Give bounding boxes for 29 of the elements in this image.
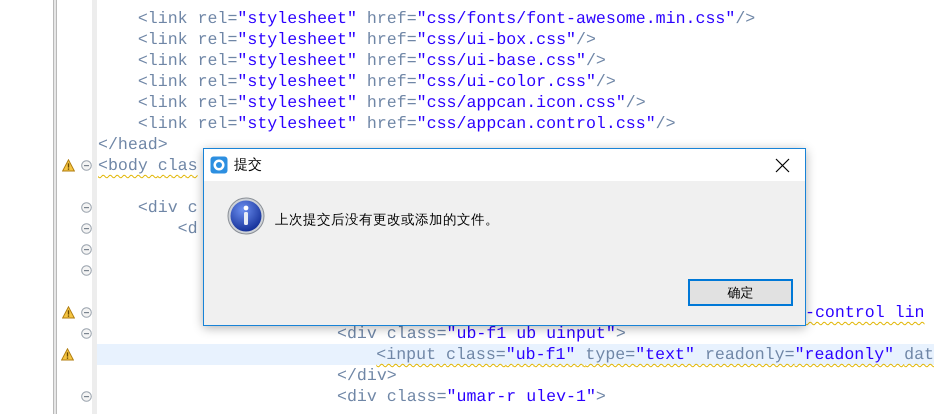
collapse-icon[interactable] bbox=[80, 307, 92, 318]
collapse-icon[interactable] bbox=[80, 328, 92, 339]
code-line: <div class="umar-r ulev-1"> bbox=[336, 386, 606, 407]
code-line: <div c bbox=[138, 197, 198, 218]
collapse-icon[interactable] bbox=[80, 202, 92, 213]
code-line: <div class="ub-f1 ub uinput"> bbox=[336, 323, 626, 344]
code-line: <d bbox=[178, 218, 198, 239]
info-icon bbox=[227, 197, 265, 235]
collapse-icon[interactable] bbox=[80, 160, 92, 171]
code-line: <link rel="stylesheet" href="css/fonts/font-awesome.min.css"/> bbox=[138, 8, 756, 29]
dialog-message: 上次提交后没有更改或添加的文件。 bbox=[275, 211, 499, 229]
code-line: <link rel="stylesheet" href="css/appcan.control.css"/> bbox=[138, 113, 676, 134]
code-line: <body clas bbox=[98, 155, 198, 176]
code-line: <link rel="stylesheet" href="css/appcan.icon.css"/> bbox=[138, 92, 646, 113]
collapse-icon[interactable] bbox=[80, 265, 92, 276]
ok-button[interactable]: 确定 bbox=[688, 279, 793, 306]
code-line: <input class="ub-f1" type="text" readonly="readonly" dat bbox=[376, 344, 934, 365]
collapse-icon[interactable] bbox=[80, 244, 92, 255]
code-line: -control lin bbox=[805, 302, 924, 323]
collapse-icon[interactable] bbox=[80, 223, 92, 234]
code-line: <link rel="stylesheet" href="css/ui-box.css"/> bbox=[138, 29, 596, 50]
close-icon bbox=[774, 158, 790, 172]
code-line: </head> bbox=[98, 134, 168, 155]
code-line: </div> bbox=[336, 365, 397, 386]
dialog-title: 提交 bbox=[234, 156, 262, 174]
code-line: <link rel="stylesheet" href="css/ui-color.css"/> bbox=[138, 71, 616, 92]
collapse-icon[interactable] bbox=[80, 391, 92, 402]
app-icon bbox=[210, 156, 228, 174]
code-line: <link rel="stylesheet" href="css/ui-base.css"/> bbox=[138, 50, 606, 71]
